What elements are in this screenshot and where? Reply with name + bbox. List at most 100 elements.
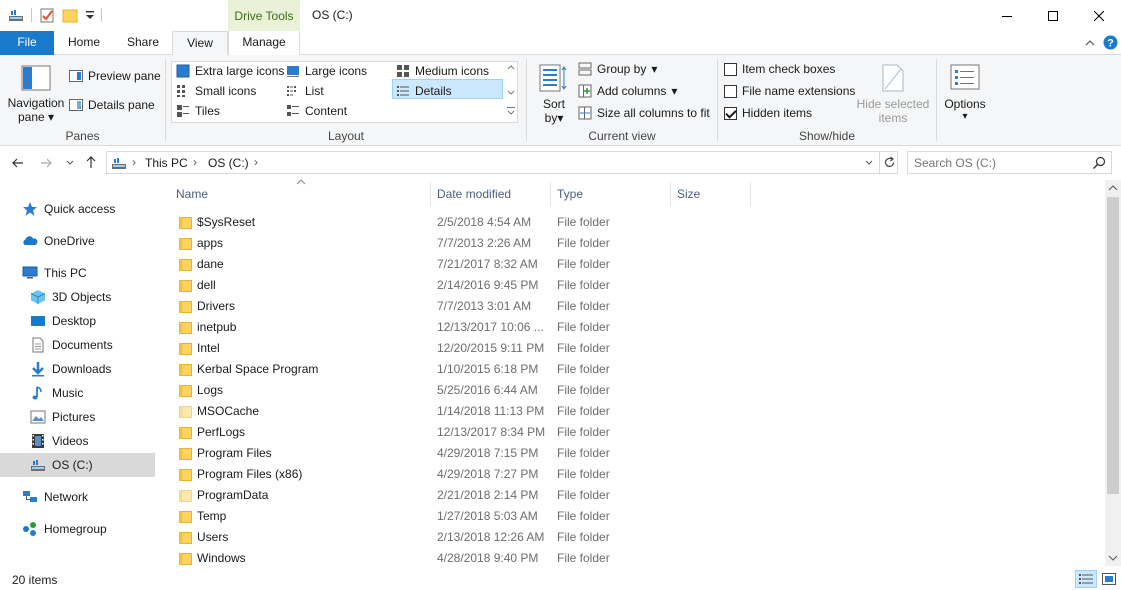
nav-item-desktop[interactable]: Desktop [30,310,96,332]
layout-content[interactable]: Content [286,104,347,118]
nav-item-os-c[interactable]: OS (C:) [30,454,93,476]
navigation-pane-button[interactable]: Navigation pane ▾ [7,63,65,127]
column-header-date-modified[interactable]: Date modified [437,187,511,201]
up-arrow-icon[interactable] [84,155,98,169]
scroll-down-arrow-icon[interactable] [1108,554,1118,562]
nav-item-downloads[interactable]: Downloads [30,358,111,380]
table-row[interactable]: MSOCache 1/14/2018 11:13 PM File folder [170,401,1105,422]
nav-item-documents[interactable]: Documents [30,334,113,356]
table-row[interactable]: dell 2/14/2016 9:45 PM File folder [170,275,1105,296]
layout-medium-icons[interactable]: Medium icons [396,64,489,78]
properties-icon[interactable] [39,7,55,23]
layout-small-icons[interactable]: Small icons [176,84,256,98]
new-folder-icon[interactable] [62,7,78,23]
table-row[interactable]: Windows 4/28/2018 9:40 PM File folder [170,548,1105,569]
column-divider[interactable] [430,182,431,206]
file-date-modified: 2/5/2018 4:54 AM [437,215,532,229]
add-columns-button[interactable]: Add columns ▾ [578,84,677,98]
details-pane-button[interactable]: Details pane [69,98,155,112]
maximize-button[interactable] [1030,0,1076,31]
table-row[interactable]: Intel 12/20/2015 9:11 PM File folder [170,338,1105,359]
layout-gallery-scroll-icon[interactable] [506,63,516,119]
recent-locations-chevron-icon[interactable] [65,158,75,168]
nav-item-music[interactable]: Music [30,382,83,404]
table-row[interactable]: Kerbal Space Program 1/10/2015 6:18 PM Fil… [170,359,1105,380]
search-icon[interactable] [1092,156,1106,170]
nav-item-network[interactable]: Network [22,486,88,508]
column-header-name[interactable]: Name [176,187,208,201]
file-name-extensions-checkbox[interactable] [724,84,737,98]
forward-arrow-icon[interactable] [39,156,53,170]
nav-item-pictures[interactable]: Pictures [30,406,95,428]
table-row[interactable]: Logs 5/25/2016 6:44 AM File folder [170,380,1105,401]
layout-large-icons[interactable]: Large icons [286,64,367,78]
column-header-size[interactable]: Size [677,187,700,201]
nav-item-onedrive[interactable]: OneDrive [22,230,95,252]
address-dropdown-chevron-icon[interactable] [864,158,874,168]
details-view-button[interactable] [1075,570,1097,588]
sort-by-button[interactable]: Sort by▾ [536,61,572,127]
table-row[interactable]: Program Files (x86) 4/29/2018 7:27 PM File… [170,464,1105,485]
back-arrow-icon[interactable] [11,156,25,170]
breadcrumb-os-c[interactable]: OS (C:) [208,156,249,170]
table-row[interactable]: Users 2/13/2018 12:26 AM File folder [170,527,1105,548]
hidden-items-checkbox[interactable] [724,106,737,120]
table-row[interactable]: ProgramData 2/21/2018 2:14 PM File folder [170,485,1105,506]
nav-item-homegroup[interactable]: Homegroup [22,518,107,540]
breadcrumb-separator[interactable]: › [254,155,258,169]
column-divider[interactable] [750,182,751,206]
file-name: inetpub [197,320,237,334]
tab-file[interactable]: File [0,31,54,55]
tab-view[interactable]: View [172,31,228,56]
layout-extra-large-icons[interactable]: Extra large icons [176,64,284,78]
breadcrumb-separator[interactable]: › [132,155,136,169]
search-box[interactable] [907,151,1112,174]
minimize-button[interactable] [984,0,1030,31]
layout-details[interactable]: Details [396,84,452,98]
hide-selected-items-button[interactable]: Hide selected items [856,61,930,127]
preview-pane-button[interactable]: Preview pane [69,69,161,83]
table-row[interactable]: inetpub 12/13/2017 10:06 ... File folder [170,317,1105,338]
close-button[interactable] [1076,0,1121,31]
list-icon [287,86,296,96]
tab-manage[interactable]: Manage [228,31,300,55]
nav-item-3d-objects[interactable]: 3D Objects [30,286,111,308]
group-by-button[interactable]: Group by ▾ [578,62,657,76]
item-check-boxes-toggle[interactable]: Item check boxes [724,62,835,76]
breadcrumb-this-pc[interactable]: This PC [145,156,188,170]
column-divider[interactable] [670,182,671,206]
help-icon[interactable]: ? [1103,35,1118,50]
search-input[interactable] [912,154,1087,171]
table-row[interactable]: Temp 1/27/2018 5:03 AM File folder [170,506,1105,527]
drive-icon[interactable] [8,7,24,23]
nav-item-quick-access[interactable]: Quick access [22,198,115,220]
minimize-ribbon-icon[interactable] [1084,37,1096,49]
options-button[interactable]: Options ▾ [942,61,988,127]
tab-home[interactable]: Home [56,31,112,55]
address-bar[interactable]: › This PC › OS (C:) › [106,151,898,174]
table-row[interactable]: Drivers 7/7/2013 3:01 AM File folder [170,296,1105,317]
scrollbar-thumb[interactable] [1107,197,1119,494]
column-divider[interactable] [550,182,551,206]
table-row[interactable]: $SysReset 2/5/2018 4:54 AM File folder [170,212,1105,233]
table-row[interactable]: PerfLogs 12/13/2017 8:34 PM File folder [170,422,1105,443]
nav-item-this-pc[interactable]: This PC [22,262,87,284]
large-icons-view-button[interactable] [1099,570,1119,588]
scroll-up-arrow-icon[interactable] [1108,184,1118,192]
layout-tiles[interactable]: Tiles [176,104,220,118]
breadcrumb-separator[interactable]: › [193,155,197,169]
file-name-extensions-toggle[interactable]: File name extensions [724,84,855,98]
tab-share[interactable]: Share [114,31,172,55]
table-row[interactable]: apps 7/7/2013 2:26 AM File folder [170,233,1105,254]
table-row[interactable]: Program Files 4/29/2018 7:15 PM File folde… [170,443,1105,464]
column-header-type[interactable]: Type [557,187,583,201]
star-icon [23,202,37,216]
hidden-items-toggle[interactable]: Hidden items [724,106,812,120]
layout-list[interactable]: List [286,84,324,98]
size-all-columns-button[interactable]: Size all columns to fit [578,106,710,120]
nav-item-videos[interactable]: Videos [30,430,88,452]
item-check-boxes-checkbox[interactable] [724,62,737,76]
refresh-icon[interactable] [883,156,896,169]
customize-quick-access-icon[interactable] [82,7,98,23]
table-row[interactable]: dane 7/21/2017 8:32 AM File folder [170,254,1105,275]
